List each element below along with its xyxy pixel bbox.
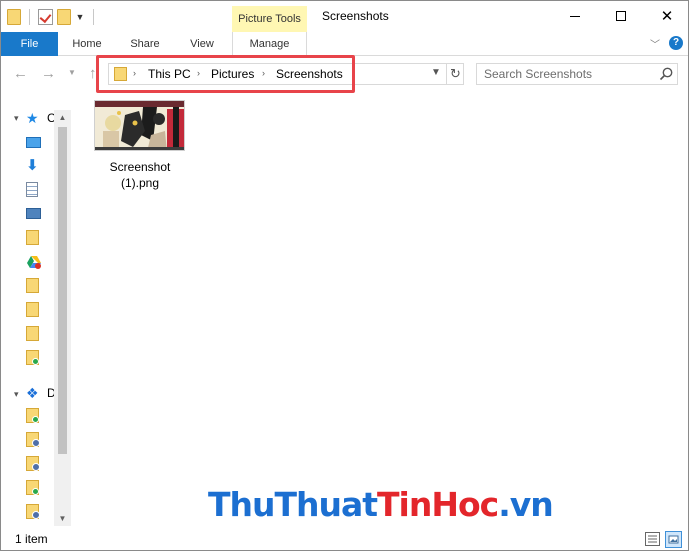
breadcrumb-pictures[interactable]: Pictures: [211, 67, 254, 81]
chevron-down-icon[interactable]: ▼: [431, 67, 441, 78]
chevron-right-icon[interactable]: ›: [197, 68, 200, 78]
desktop-icon: [26, 137, 41, 148]
recent-locations-button[interactable]: ▼: [68, 68, 76, 77]
folder-item[interactable]: [26, 230, 42, 246]
synced-folder-icon: [26, 408, 39, 423]
new-folder-button[interactable]: [57, 9, 71, 25]
synced-folder-item[interactable]: [26, 480, 42, 496]
file-name[interactable]: Screenshot (1).png: [93, 159, 187, 191]
chevron-down-icon[interactable]: ▾: [14, 389, 19, 400]
shared-folder-item[interactable]: [26, 504, 42, 520]
dropbox-icon[interactable]: ❖: [26, 385, 42, 401]
search-icon[interactable]: [658, 66, 674, 82]
up-button[interactable]: ↑: [89, 65, 97, 82]
large-icons-view-icon: [668, 535, 679, 544]
documents-item[interactable]: [26, 182, 42, 198]
minimize-icon: [570, 15, 580, 17]
expand-ribbon-button[interactable]: ﹀: [650, 36, 660, 51]
search-input[interactable]: [477, 64, 657, 84]
folder-icon: [7, 9, 21, 25]
file-thumbnail: [94, 100, 185, 151]
tab-view[interactable]: View: [182, 32, 222, 56]
back-button[interactable]: ←: [13, 65, 28, 82]
picture-tools-label: Picture Tools: [232, 6, 307, 32]
tab-manage[interactable]: Manage: [232, 32, 307, 56]
watermark-logo: ThuThuatTinHoc.vn: [208, 485, 554, 524]
item-count: 1 item: [15, 532, 48, 546]
tab-file[interactable]: File: [1, 32, 58, 56]
forward-button[interactable]: →: [41, 65, 56, 82]
search-box[interactable]: [476, 63, 678, 85]
maximize-button[interactable]: [598, 1, 644, 31]
details-view-icon[interactable]: [645, 532, 660, 546]
tab-home[interactable]: Home: [67, 32, 107, 56]
file-explorer-window: ▼ Picture Tools Screenshots ✕ File Home …: [0, 0, 689, 551]
google-drive-icon: [27, 256, 41, 269]
maximize-icon: [616, 11, 626, 21]
divider: [93, 9, 94, 25]
pictures-icon: [26, 208, 41, 219]
nav-pane-scrollbar[interactable]: ▲ ▼: [54, 110, 71, 526]
sync-check-icon: [32, 358, 39, 365]
synced-folder-icon: [26, 480, 39, 495]
person-icon: [32, 463, 40, 471]
file-name-line-2: (1).png: [120, 176, 160, 190]
customize-toolbar-button[interactable]: ▼: [75, 12, 85, 22]
scroll-thumb[interactable]: [58, 127, 67, 454]
shared-folder-icon: [26, 456, 40, 471]
synced-folder-item[interactable]: [26, 408, 42, 424]
window-title: Screenshots: [322, 9, 389, 23]
downloads-icon[interactable]: ⬇: [26, 158, 42, 174]
breadcrumb-this-pc[interactable]: This PC: [148, 67, 191, 81]
folder-icon: [26, 278, 39, 293]
quick-access-toolbar: ▼: [7, 7, 98, 27]
folder-icon: [114, 67, 127, 81]
status-bar: 1 item: [1, 529, 688, 550]
shared-folder-item[interactable]: [26, 432, 42, 448]
close-icon: ✕: [660, 7, 674, 25]
synced-folder-item[interactable]: [26, 350, 42, 366]
divider: [29, 9, 30, 25]
screenshot-thumbnail-image: [95, 101, 184, 150]
address-bar[interactable]: › This PC › Pictures › Screenshots ▼ ↻: [108, 63, 464, 85]
chevron-right-icon[interactable]: ›: [262, 68, 265, 78]
file-item[interactable]: Screenshot (1).png: [93, 100, 189, 192]
sync-check-icon: [32, 488, 39, 495]
navigation-bar: ← → ▼ ↑ › This PC › Pictures › Screensho…: [1, 57, 688, 93]
folder-item[interactable]: [26, 278, 42, 294]
folder-item[interactable]: [26, 302, 42, 318]
refresh-button[interactable]: ↻: [446, 64, 464, 84]
tab-share[interactable]: Share: [125, 32, 165, 56]
shared-folder-item[interactable]: [26, 456, 42, 472]
help-button[interactable]: ?: [669, 36, 683, 50]
breadcrumb-screenshots[interactable]: Screenshots: [276, 67, 343, 81]
shared-folder-icon: [26, 504, 40, 519]
desktop-item[interactable]: [26, 135, 42, 151]
close-button[interactable]: ✕: [644, 1, 688, 31]
documents-icon: [26, 182, 38, 197]
minimize-button[interactable]: [552, 1, 598, 31]
chevron-right-icon[interactable]: ›: [133, 68, 136, 78]
folder-icon: [26, 302, 39, 317]
person-icon: [32, 511, 40, 519]
properties-button[interactable]: [38, 9, 53, 25]
scroll-down-button[interactable]: ▼: [54, 511, 71, 526]
chevron-down-icon[interactable]: ▾: [14, 113, 19, 124]
shared-folder-icon: [26, 432, 40, 447]
ribbon-tabs: File Home Share View Manage ﹀ ?: [1, 32, 688, 56]
quick-access-star-icon[interactable]: ★: [26, 110, 42, 126]
pictures-item[interactable]: [26, 206, 42, 222]
folder-icon: [26, 326, 39, 341]
folder-icon: [26, 230, 39, 245]
file-list[interactable]: Screenshot (1).png: [74, 95, 688, 527]
synced-folder-icon: [26, 350, 39, 365]
google-drive-item[interactable]: [26, 254, 42, 270]
large-icons-view-button[interactable]: [665, 531, 682, 548]
title-bar: ▼ Picture Tools Screenshots ✕: [1, 1, 688, 32]
file-name-line-1: Screenshot: [109, 160, 171, 174]
sync-check-icon: [32, 416, 39, 423]
scroll-up-button[interactable]: ▲: [54, 110, 71, 125]
folder-item[interactable]: [26, 326, 42, 342]
person-icon: [32, 439, 40, 447]
